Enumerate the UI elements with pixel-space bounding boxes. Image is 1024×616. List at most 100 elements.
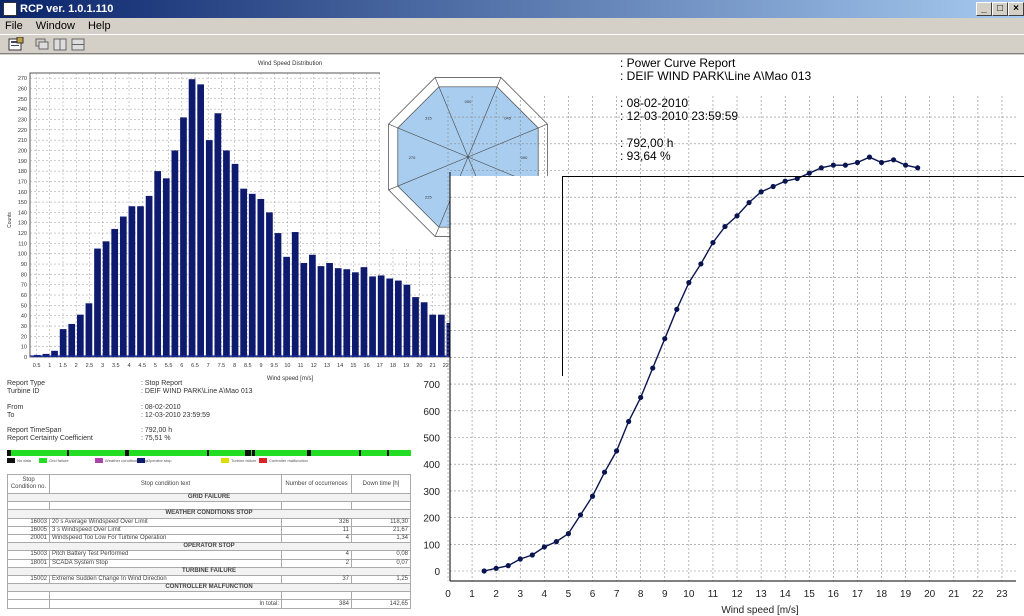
tile-horizontal-icon[interactable]	[70, 37, 86, 52]
histogram-bar	[214, 113, 222, 357]
power-curve-xtick: 15	[804, 589, 816, 600]
histogram-ytick: 90	[21, 262, 27, 268]
histogram-xtick: 7.5	[218, 363, 226, 369]
histogram-bar	[102, 241, 110, 357]
histogram-xtick: 6	[180, 363, 183, 369]
close-button[interactable]: ×	[1008, 2, 1024, 16]
histogram-bar	[145, 195, 153, 357]
stop-legend-item: No data	[7, 458, 31, 464]
power-curve-point	[890, 157, 897, 163]
histogram-xtick: 3.5	[112, 363, 120, 369]
window-title: RCP ver. 1.0.1.110	[20, 3, 114, 15]
histogram-xtick: 1.5	[59, 363, 67, 369]
histogram-ytick: 70	[21, 283, 27, 289]
timeline-stop-segment	[125, 450, 129, 456]
power-curve-xtick: 4	[542, 589, 548, 600]
table-cell: Extreme Sudden Change In Wind Direction	[49, 574, 282, 585]
histogram-bar	[360, 267, 368, 357]
info-row: Report Certainty Coefficient: 75,51 %	[7, 435, 407, 443]
power-curve-point	[626, 418, 632, 425]
stop-legend-label: No data	[17, 458, 32, 463]
histogram-xtick: 6.5	[191, 363, 199, 369]
table-group-label: GRID FAILURE	[7, 492, 411, 503]
column-header: Number of occurrences	[281, 474, 352, 494]
power-curve-xtick: 22	[972, 589, 984, 600]
histogram-ytick: 240	[18, 107, 27, 113]
stop-timeline-bar	[7, 450, 411, 456]
histogram-bar	[394, 280, 402, 357]
histogram-bar	[257, 198, 265, 357]
histogram-xtick: 11	[298, 363, 304, 369]
histogram-xtick: 14	[337, 363, 343, 369]
histogram-bar	[76, 314, 84, 357]
power-curve-xtick: 18	[876, 589, 888, 600]
histogram-ytick: 180	[18, 169, 27, 175]
table-cell: 20001	[7, 533, 50, 544]
table-cell: 1,25	[351, 574, 411, 585]
power-curve-ytick: 700	[423, 380, 440, 391]
power-curve-point	[770, 183, 776, 190]
wind-rose-sector-label: 000	[465, 99, 472, 104]
histogram-xtick: 3	[101, 363, 104, 369]
histogram-bar	[248, 193, 256, 357]
menu-file[interactable]: File	[0, 18, 28, 34]
histogram-bar	[171, 150, 179, 357]
info-row: Report Type: Stop Report	[7, 380, 407, 388]
menu-help[interactable]: Help	[83, 18, 116, 34]
power-curve-xtick: 8	[638, 589, 644, 600]
power-curve-xtick: 14	[780, 589, 792, 600]
wind-rose-sector-label: 270	[409, 155, 416, 160]
app-icon	[3, 2, 17, 16]
table-group-row: OPERATOR STOP	[7, 542, 411, 552]
table-cell	[281, 501, 352, 511]
histogram-title: Wind Speed Distribution	[258, 61, 322, 67]
timeline-stop-segment	[359, 450, 361, 456]
title-bar: RCP ver. 1.0.1.110 _ □ ×	[0, 0, 1024, 18]
table-cell: 4	[281, 550, 352, 560]
histogram-xtick: 18	[390, 363, 396, 369]
timeline-stop-segment	[207, 450, 209, 456]
power-curve-xtick: 0	[445, 589, 451, 600]
table-group-label: CONTROLLER MALFUNCTION	[7, 583, 411, 593]
power-curve-point	[529, 552, 535, 558]
table-cell: 37	[281, 574, 352, 585]
histogram-xtick: 9	[259, 363, 262, 369]
tile-vertical-icon[interactable]	[52, 37, 68, 52]
power-curve-point	[589, 493, 596, 499]
histogram-ytick: 130	[18, 221, 27, 227]
table-row	[7, 501, 411, 511]
histogram-bar	[223, 150, 230, 357]
histogram-bar	[317, 266, 325, 357]
table-cell: 16003	[7, 517, 50, 527]
stop-condition-table: Stop Condition no. Stop condition text N…	[7, 474, 411, 609]
power-curve-frame-top	[562, 176, 1024, 177]
table-cell: 1,34	[351, 533, 411, 544]
power-curve-chart: Wind speed [m/s] 01002003004005006007000…	[423, 96, 1016, 616]
power-curve-ytick: 100	[423, 540, 440, 551]
menu-window[interactable]: Window	[31, 18, 80, 34]
properties-icon[interactable]	[8, 37, 24, 52]
histogram-xtick: 17	[377, 363, 383, 369]
info-value: : 792,00 h	[141, 427, 173, 434]
info-value: : 08-02-2010	[141, 404, 181, 411]
power-curve-point	[481, 568, 487, 574]
table-cell: 21,67	[351, 525, 411, 535]
histogram-ytick: 120	[18, 231, 27, 237]
table-group-label: TURBINE FAILURE	[7, 566, 411, 576]
stop-legend: No data Grid failure Weather conditions st…	[7, 458, 411, 466]
table-cell: 15003	[7, 550, 50, 560]
table-cell: Pitch Battery Test Performed	[49, 550, 282, 560]
table-group-row: GRID FAILURE	[7, 492, 411, 503]
table-cell	[7, 591, 50, 601]
histogram-xtick: 12	[311, 363, 317, 369]
table-cell: In total:	[49, 599, 282, 609]
power-curve-point	[854, 159, 861, 166]
stop-legend-swatch	[221, 458, 229, 463]
minimize-button[interactable]: _	[976, 2, 992, 16]
histogram-xtick: 4	[127, 363, 130, 369]
cascade-icon[interactable]	[34, 37, 50, 52]
stop-legend-swatch	[95, 458, 103, 463]
power-curve-point	[903, 162, 909, 168]
restore-button[interactable]: □	[992, 2, 1008, 16]
stop-legend-label: Controller malfunction	[269, 458, 308, 463]
